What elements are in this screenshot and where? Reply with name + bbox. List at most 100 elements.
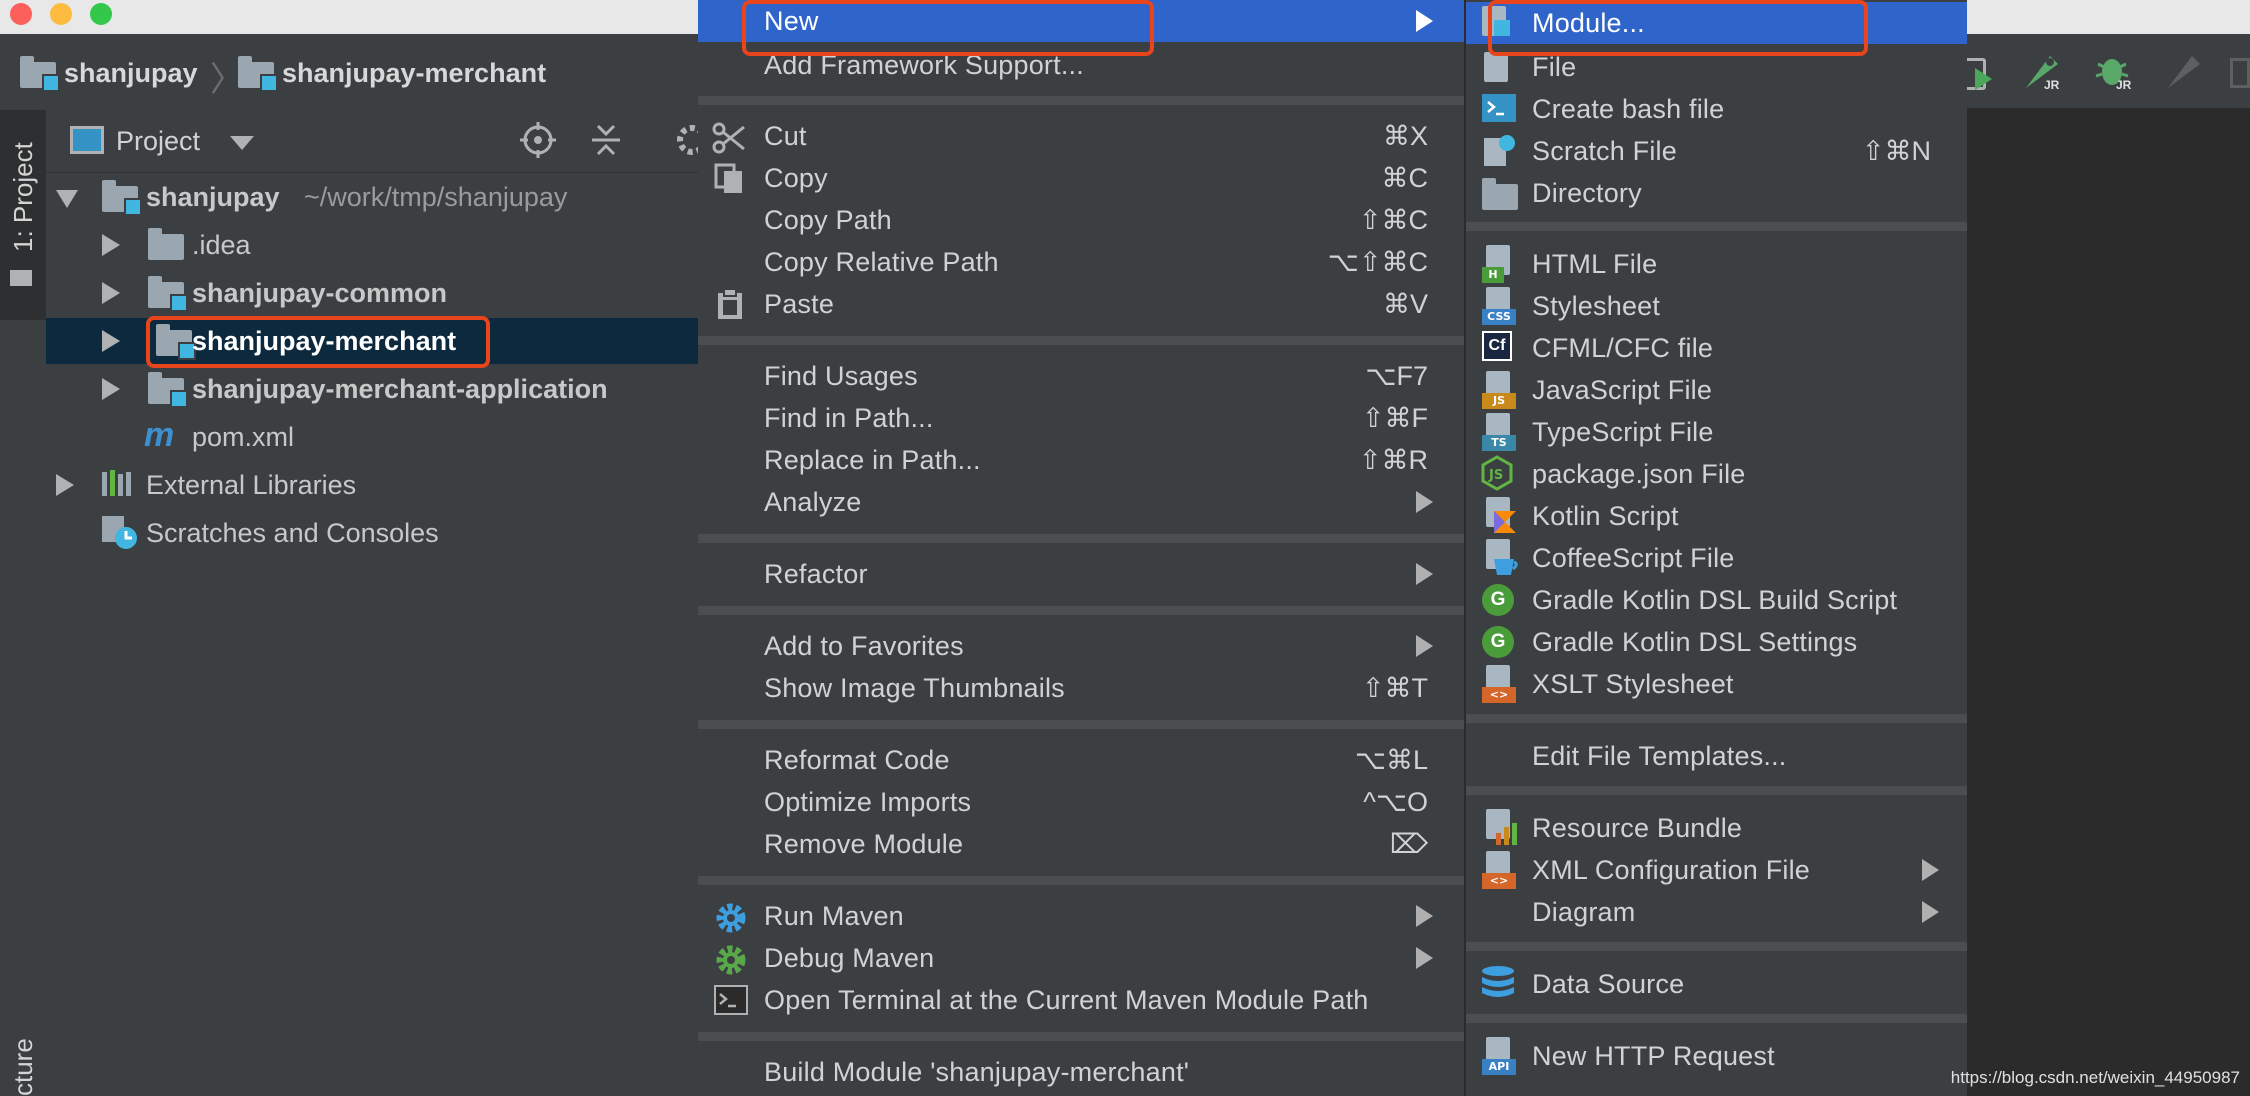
menu-item-debug-maven[interactable]: Debug Maven — [698, 937, 1464, 979]
menu-label: HTML File — [1532, 249, 1658, 279]
submenu-item-coffeescript-file[interactable]: CoffeeScript File — [1466, 537, 1967, 579]
menu-shortcut: ⌘V — [1382, 289, 1428, 319]
scratch-file-icon — [1482, 134, 1518, 168]
menu-label: Replace in Path... — [764, 445, 981, 475]
tree-path: ~/work/tmp/shanjupay — [304, 182, 568, 212]
menu-item-open-terminal[interactable]: Open Terminal at the Current Maven Modul… — [698, 979, 1464, 1021]
project-tab-label[interactable]: 1: Project — [8, 142, 39, 252]
menu-label: Copy — [764, 163, 828, 193]
menu-item-copy[interactable]: Copy ⌘C — [698, 157, 1464, 199]
menu-item-add-to-favorites[interactable]: Add to Favorites — [698, 625, 1464, 667]
zoom-window-button[interactable] — [90, 3, 112, 25]
menu-item-replace-in-path[interactable]: Replace in Path... ⇧⌘R — [698, 439, 1464, 481]
module-folder-icon — [148, 372, 188, 408]
run-icon[interactable] — [1975, 68, 1992, 90]
breadcrumb-module[interactable]: shanjupay-merchant — [282, 58, 546, 89]
menu-item-reformat-code[interactable]: Reformat Code ⌥⌘L — [698, 739, 1464, 781]
tree-row-pom[interactable]: m pom.xml — [46, 414, 700, 460]
tree-row-external-libraries[interactable]: External Libraries — [46, 462, 700, 508]
submenu-item-stylesheet[interactable]: CSS Stylesheet — [1466, 285, 1967, 327]
expand-arrow-icon[interactable] — [102, 234, 120, 256]
expand-arrow-icon[interactable] — [56, 190, 78, 208]
submenu-item-diagram[interactable]: Diagram — [1466, 891, 1967, 933]
jrebel-run-icon[interactable]: JR — [2020, 50, 2064, 94]
jrebel-debug-icon[interactable]: JR — [2092, 50, 2136, 94]
menu-separator — [698, 606, 1464, 615]
submenu-arrow-icon — [1922, 901, 1939, 923]
expand-arrow-icon[interactable] — [102, 282, 120, 304]
menu-item-find-usages[interactable]: Find Usages ⌥F7 — [698, 355, 1464, 397]
menu-item-run-maven[interactable]: Run Maven — [698, 895, 1464, 937]
html-file-icon: H — [1480, 245, 1520, 283]
submenu-item-data-source[interactable]: Data Source — [1466, 963, 1967, 1005]
submenu-item-html-file[interactable]: H HTML File — [1466, 243, 1967, 285]
submenu-item-xslt-stylesheet[interactable]: <> XSLT Stylesheet — [1466, 663, 1967, 705]
menu-label: Create bash file — [1532, 94, 1725, 124]
highlight-box-module — [1488, 0, 1868, 56]
stop-icon[interactable] — [2230, 58, 2250, 88]
submenu-item-cfml-file[interactable]: Cf CFML/CFC file — [1466, 327, 1967, 369]
tree-row-common[interactable]: shanjupay-common — [46, 270, 700, 316]
submenu-item-scratch-file[interactable]: Scratch File ⇧⌘N — [1466, 130, 1967, 172]
tree-row-idea[interactable]: .idea — [46, 222, 700, 268]
submenu-item-create-bash-file[interactable]: Create bash file — [1466, 88, 1967, 130]
breadcrumb-root[interactable]: shanjupay — [64, 58, 198, 89]
tree-label: shanjupay-merchant-application — [192, 374, 608, 404]
tree-row-scratches[interactable]: Scratches and Consoles — [46, 510, 700, 556]
expand-arrow-icon[interactable] — [56, 474, 74, 496]
submenu-item-edit-file-templates[interactable]: Edit File Templates... — [1466, 735, 1967, 777]
xml-tag: <> — [1482, 873, 1516, 889]
menu-item-paste[interactable]: Paste ⌘V — [698, 283, 1464, 325]
menu-separator — [698, 876, 1464, 885]
structure-tab-label[interactable]: cture — [8, 1038, 39, 1096]
menu-item-show-image-thumbnails[interactable]: Show Image Thumbnails ⇧⌘T — [698, 667, 1464, 709]
menu-item-refactor[interactable]: Refactor — [698, 553, 1464, 595]
profile-icon[interactable] — [2162, 50, 2206, 94]
submenu-item-gradle-kotlin-build[interactable]: G Gradle Kotlin DSL Build Script — [1466, 579, 1967, 621]
menu-item-build-module[interactable]: Build Module 'shanjupay-merchant' — [698, 1051, 1464, 1093]
menu-label: New HTTP Request — [1532, 1041, 1775, 1071]
locate-icon[interactable] — [520, 122, 556, 158]
menu-item-optimize-imports[interactable]: Optimize Imports ^⌥O — [698, 781, 1464, 823]
tree-row-merchant-application[interactable]: shanjupay-merchant-application — [46, 366, 700, 412]
menu-shortcut: ^⌥O — [1363, 787, 1428, 817]
submenu-item-kotlin-script[interactable]: Kotlin Script — [1466, 495, 1967, 537]
submenu-item-directory[interactable]: Directory — [1466, 172, 1967, 214]
watermark: https://blog.csdn.net/weixin_44950987 — [1950, 1068, 2240, 1087]
menu-item-analyze[interactable]: Analyze — [698, 481, 1464, 523]
menu-item-copy-relative-path[interactable]: Copy Relative Path ⌥⇧⌘C — [698, 241, 1464, 283]
submenu-item-new-http-request[interactable]: API New HTTP Request — [1466, 1035, 1967, 1077]
menu-separator — [698, 96, 1464, 105]
menu-shortcut: ⇧⌘F — [1361, 403, 1428, 433]
ts-file-icon: TS — [1480, 413, 1520, 451]
submenu-item-gradle-kotlin-settings[interactable]: G Gradle Kotlin DSL Settings — [1466, 621, 1967, 663]
project-view-label[interactable]: Project — [116, 126, 200, 157]
scissors-icon — [712, 121, 745, 154]
resource-bundle-icon — [1480, 809, 1520, 847]
close-window-button[interactable] — [10, 3, 32, 25]
collapse-all-icon[interactable] — [588, 122, 624, 158]
expand-arrow-icon[interactable] — [102, 378, 120, 400]
menu-item-cut[interactable]: Cut ⌘X — [698, 115, 1464, 157]
gear-icon[interactable] — [672, 122, 707, 158]
menu-item-copy-path[interactable]: Copy Path ⇧⌘C — [698, 199, 1464, 241]
expand-arrow-icon[interactable] — [102, 330, 120, 352]
minimize-window-button[interactable] — [50, 3, 72, 25]
submenu-item-xml-configuration-file[interactable]: <> XML Configuration File — [1466, 849, 1967, 891]
submenu-item-resource-bundle[interactable]: Resource Bundle — [1466, 807, 1967, 849]
menu-label: CFML/CFC file — [1532, 333, 1714, 363]
menu-item-find-in-path[interactable]: Find in Path... ⇧⌘F — [698, 397, 1464, 439]
menu-label: Resource Bundle — [1532, 813, 1743, 843]
chevron-down-icon[interactable] — [230, 136, 254, 150]
html-tag: H — [1482, 267, 1504, 283]
submenu-item-typescript-file[interactable]: TS TypeScript File — [1466, 411, 1967, 453]
submenu-item-package-json[interactable]: JS package.json File — [1466, 453, 1967, 495]
ts-tag: TS — [1482, 435, 1516, 451]
xslt-file-icon: <> — [1480, 665, 1520, 703]
menu-item-remove-module[interactable]: Remove Module ⌦ — [698, 823, 1464, 865]
tree-row-root[interactable]: shanjupay ~/work/tmp/shanjupay — [46, 174, 700, 220]
libraries-icon — [100, 470, 136, 498]
menu-label: Remove Module — [764, 829, 964, 859]
submenu-item-javascript-file[interactable]: JS JavaScript File — [1466, 369, 1967, 411]
menu-label: CoffeeScript File — [1532, 543, 1735, 573]
